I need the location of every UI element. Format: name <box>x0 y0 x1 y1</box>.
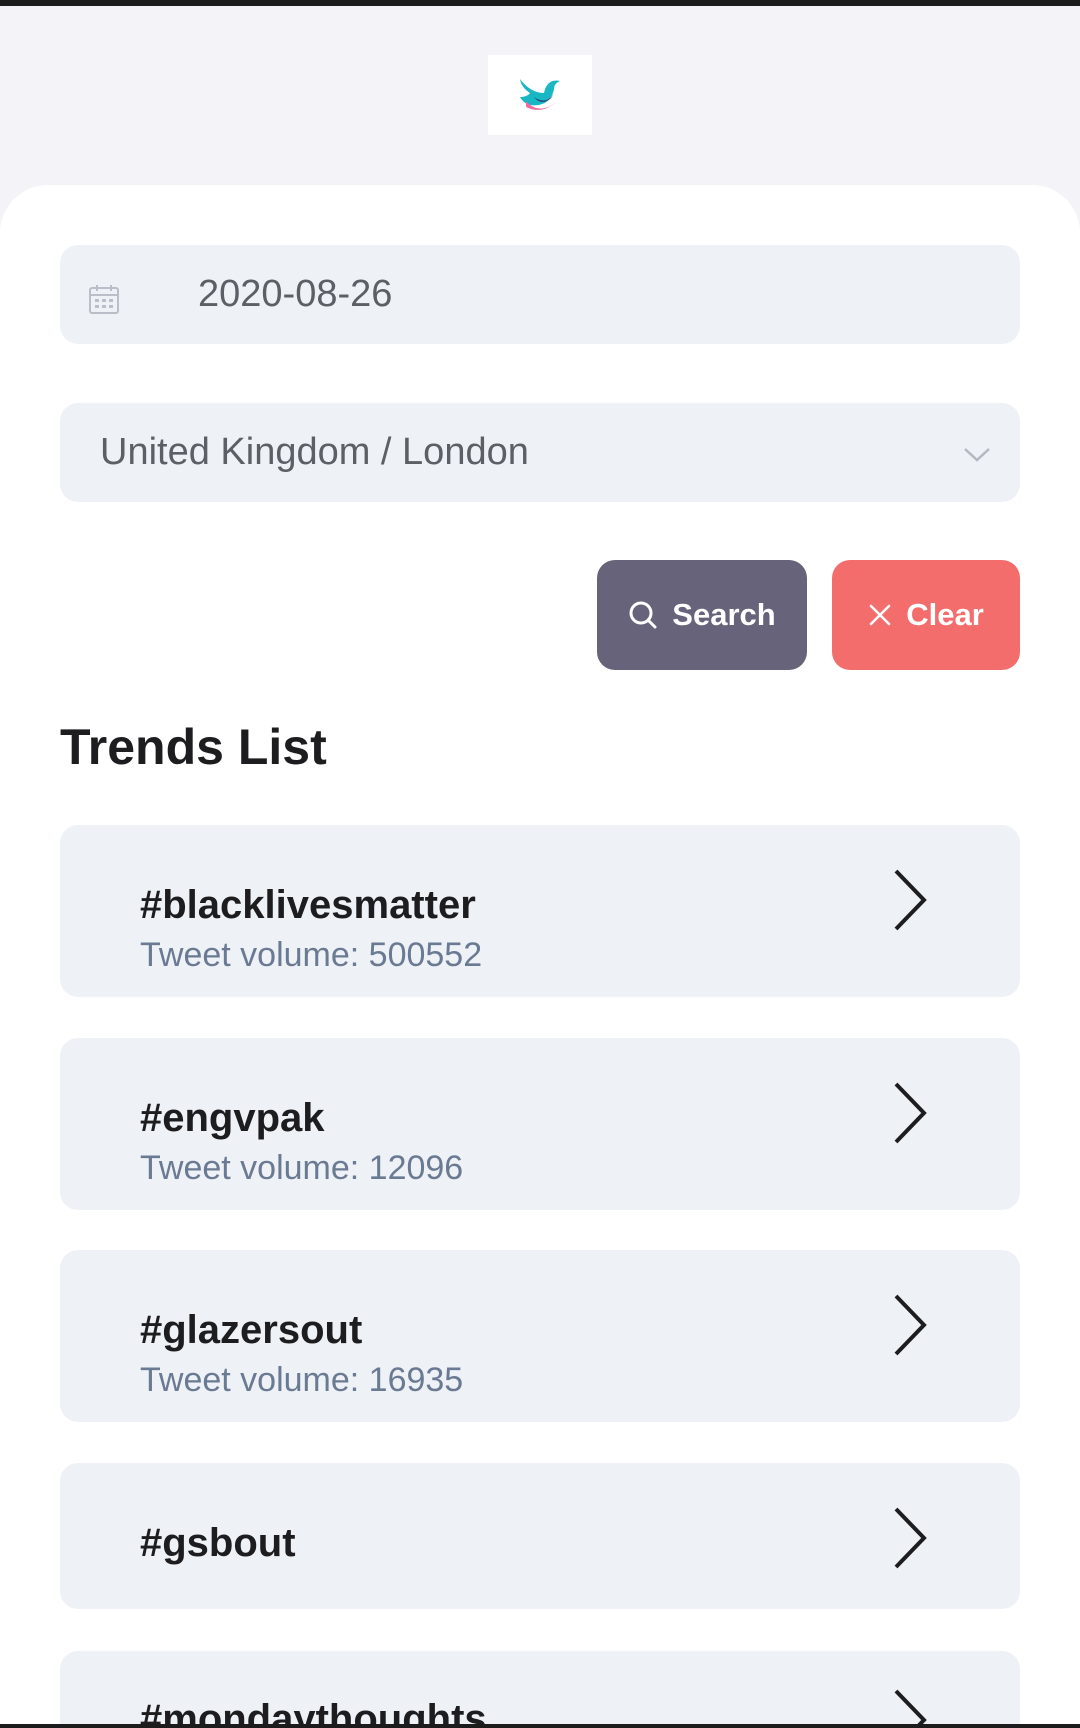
screen-bottom-edge <box>0 1724 1080 1728</box>
chevron-right-icon <box>890 1687 930 1728</box>
trend-volume: Tweet volume: 16935 <box>140 1361 464 1399</box>
search-icon <box>628 600 658 630</box>
chevron-right-icon <box>890 1505 930 1576</box>
trend-item-gsbout[interactable]: #gsbout <box>60 1463 1020 1609</box>
status-bar-edge <box>0 0 1080 6</box>
trend-item-blacklivesmatter[interactable]: #blacklivesmatter Tweet volume: 500552 <box>60 825 1020 997</box>
location-select[interactable]: United Kingdom / London <box>60 403 1020 502</box>
trend-name: #blacklivesmatter <box>140 883 476 927</box>
trends-list-title: Trends List <box>60 719 327 775</box>
trend-name: #glazersout <box>140 1308 363 1352</box>
search-button[interactable]: Search <box>597 560 807 670</box>
chevron-right-icon <box>890 867 930 938</box>
trend-name: #engvpak <box>140 1096 325 1140</box>
chevron-right-icon <box>890 1292 930 1363</box>
trend-volume: Tweet volume: 500552 <box>140 936 483 974</box>
bird-logo-icon <box>516 71 564 120</box>
clear-button-label: Clear <box>906 597 984 632</box>
calendar-icon <box>88 283 120 320</box>
date-value: 2020-08-26 <box>198 273 393 315</box>
date-field[interactable]: 2020-08-26 <box>60 245 1020 344</box>
clear-button[interactable]: Clear <box>832 560 1020 670</box>
app-screen: 2020-08-26 United Kingdom / London Searc… <box>0 0 1080 1728</box>
chevron-down-icon <box>962 445 992 468</box>
chevron-right-icon <box>890 1080 930 1151</box>
trend-volume: Tweet volume: 12096 <box>140 1149 464 1187</box>
location-value: United Kingdom / London <box>100 431 529 473</box>
close-icon <box>868 603 892 627</box>
trend-item-engvpak[interactable]: #engvpak Tweet volume: 12096 <box>60 1038 1020 1210</box>
app-logo <box>488 55 592 135</box>
trend-name: #gsbout <box>140 1521 296 1565</box>
search-button-label: Search <box>672 597 776 632</box>
trend-item-glazersout[interactable]: #glazersout Tweet volume: 16935 <box>60 1250 1020 1422</box>
trend-item-mondaythoughts[interactable]: #mondaythoughts <box>60 1651 1020 1728</box>
